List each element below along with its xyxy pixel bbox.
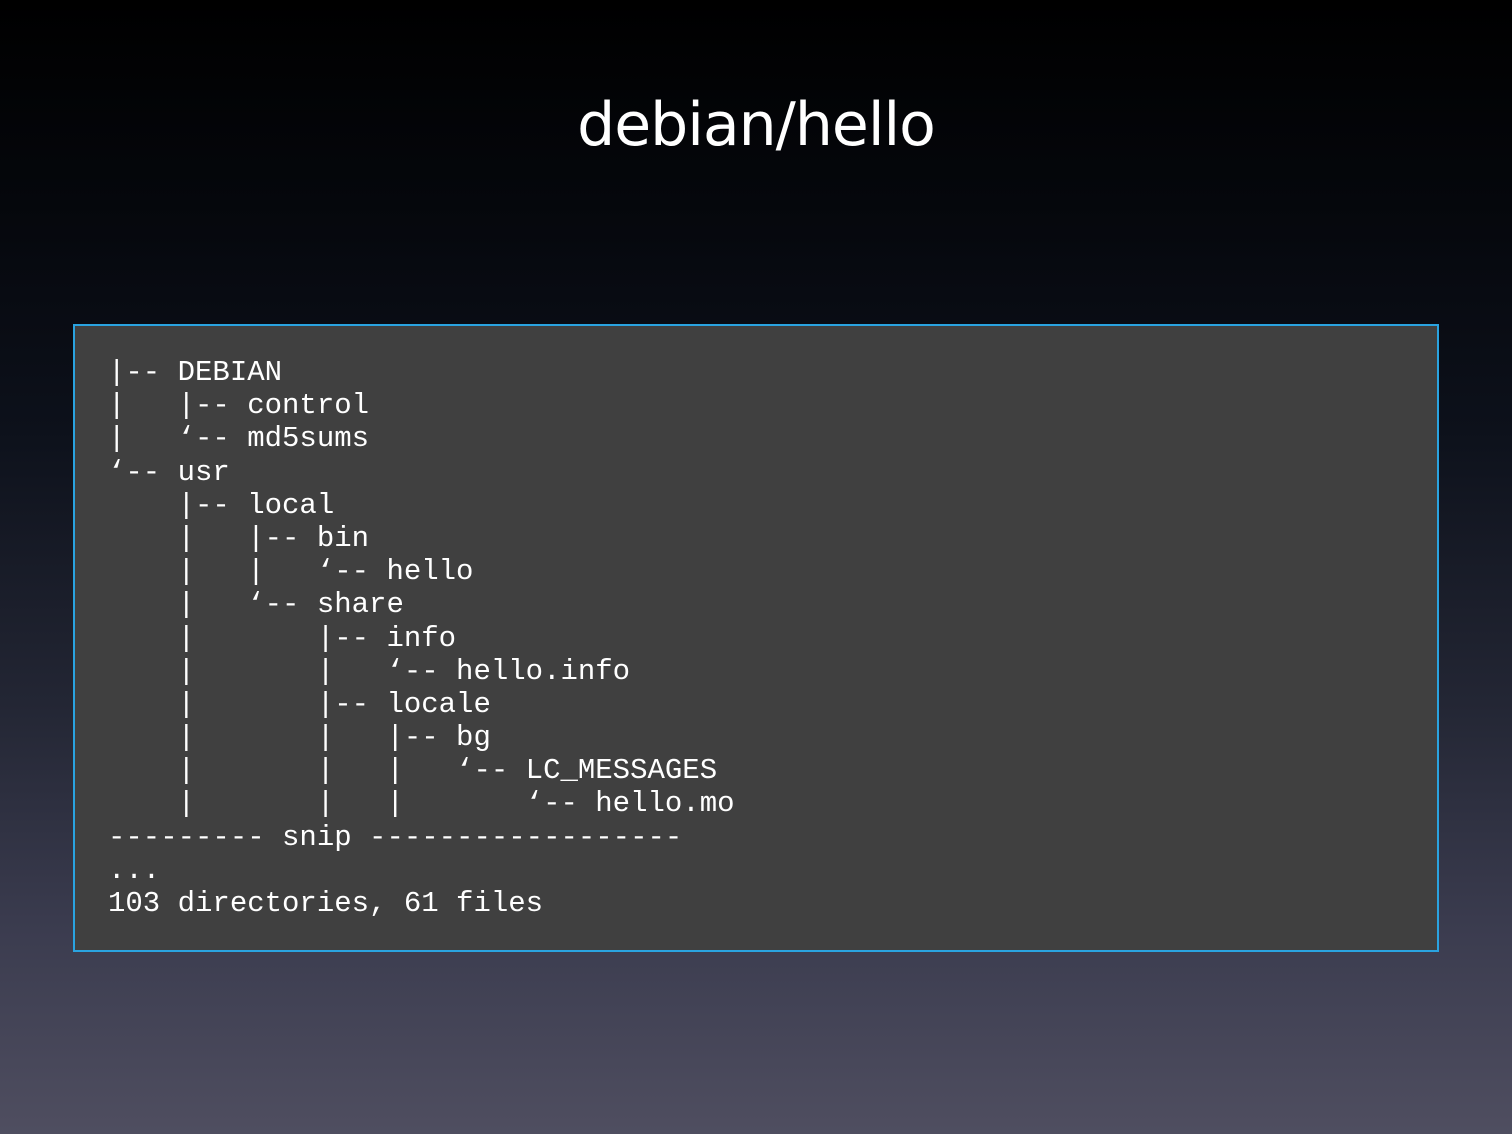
slide-title: debian/hello	[577, 90, 936, 160]
tree-line: | | ‘-- hello.info	[108, 654, 631, 688]
tree-line: |-- DEBIAN	[108, 356, 283, 389]
summary-line: 103 directories, 61 files	[108, 887, 544, 920]
ellipsis-line: ...	[108, 853, 161, 887]
tree-line: | |-- control	[108, 389, 370, 423]
tree-line: |-- local	[108, 488, 335, 522]
tree-line: | |-- locale	[108, 687, 491, 721]
tree-line: | | ‘-- hello	[108, 555, 474, 589]
tree-line: | | | ‘-- LC_MESSAGES	[108, 754, 718, 788]
tree-line: | |-- bin	[108, 521, 370, 555]
tree-line: ‘-- usr	[108, 455, 230, 489]
tree-line: | | |-- bg	[108, 721, 491, 755]
tree-line: | ‘-- share	[108, 588, 404, 622]
tree-line: | | | ‘-- hello.mo	[108, 787, 735, 821]
tree-line: | ‘-- md5sums	[108, 422, 370, 456]
directory-tree-listing: |-- DEBIAN | |-- control | ‘-- md5sums ‘…	[108, 356, 735, 920]
snip-separator: --------- snip ------------------	[108, 820, 683, 854]
tree-line: | |-- info	[108, 621, 457, 655]
